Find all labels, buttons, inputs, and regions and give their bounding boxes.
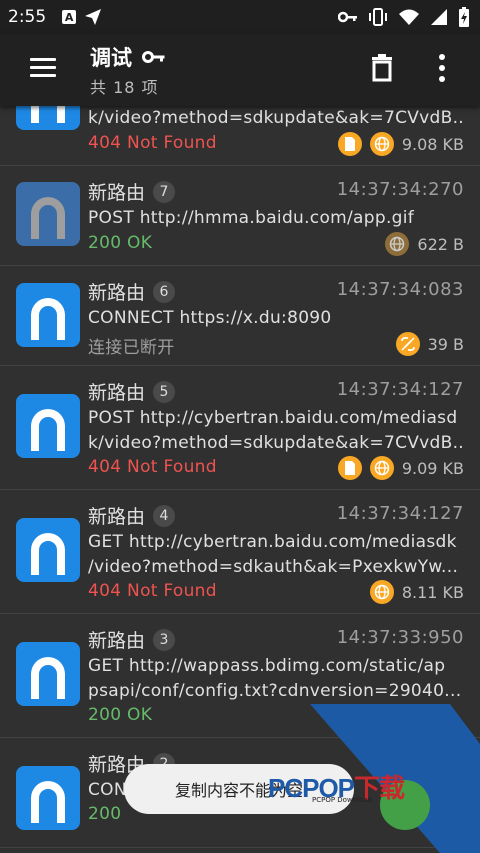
response-size: 9.08 KB [401, 134, 464, 154]
globe-icon [369, 456, 394, 480]
signal-icon [431, 9, 447, 25]
globe-icon [369, 580, 394, 604]
key-icon [338, 11, 357, 23]
request-url: k/video?method=sdkupdate&ak=7CVvdB... [88, 108, 464, 128]
app-notification-icon: A [62, 10, 77, 24]
delete-icon[interactable] [370, 54, 394, 82]
globe-icon [385, 232, 410, 256]
wifi-icon [399, 9, 419, 25]
app-icon [16, 518, 80, 582]
status-text: 连接已断开 [88, 338, 175, 358]
status-text: 404 Not Found [88, 457, 217, 477]
status-text: 200 [88, 804, 122, 824]
response-size: 39 B [427, 334, 464, 354]
app-bar: 调试 共 18 项 [0, 34, 480, 106]
status-time: 2:55 [8, 7, 47, 27]
list-item[interactable]: 新路由 7 14:37:34:270 POST http://hmma.baid… [0, 166, 480, 266]
more-options-icon[interactable] [438, 54, 446, 82]
request-url-cont: k/video?method=sdkupdate&ak=7CVvdB... [88, 433, 464, 453]
response-size: 8.11 KB [401, 582, 464, 602]
index-badge: 4 [153, 504, 176, 527]
globe-icon [369, 132, 394, 156]
response-size: 622 B [417, 234, 464, 254]
link-off-icon [395, 332, 420, 356]
status-text: 404 Not Found [88, 581, 217, 601]
send-icon [85, 9, 102, 25]
document-icon [337, 456, 362, 480]
request-url: POST http://cybertran.baidu.com/mediasd [88, 408, 458, 428]
list-item[interactable]: k/video?method=sdkupdate&ak=7CVvdB... 40… [0, 66, 480, 166]
route-name: 新路由 [88, 382, 146, 404]
index-badge: 7 [153, 180, 176, 203]
index-badge: 3 [153, 628, 176, 651]
app-icon [16, 283, 80, 347]
battery-icon [459, 7, 469, 27]
response-size: 9.09 KB [401, 458, 464, 478]
timestamp: 14:37:33:950 [336, 627, 464, 648]
timestamp: 14:37:34:270 [336, 179, 464, 200]
page-title: 调试 [90, 42, 166, 72]
request-url: POST http://hmma.baidu.com/app.gif [88, 208, 415, 228]
status-bar: 2:55 A [0, 0, 480, 34]
timestamp: 14:37:34:127 [336, 379, 464, 400]
index-badge: 6 [153, 280, 176, 303]
status-text: 404 Not Found [88, 133, 217, 153]
timestamp: 14:37:34:127 [336, 503, 464, 524]
key-icon [142, 51, 165, 63]
status-text: 200 OK [88, 705, 153, 725]
title-text: 调试 [90, 46, 132, 70]
app-icon [16, 394, 80, 458]
list-item[interactable]: 新路由 4 14:37:34:127 GET http://cybertran.… [0, 490, 480, 614]
route-name: 新路由 [88, 506, 146, 528]
item-count: 共 18 项 [90, 78, 159, 97]
route-name: 新路由 [88, 182, 146, 204]
timestamp: 14:37:34:083 [336, 279, 464, 300]
request-url-cont: /video?method=sdkauth&ak=PxexkwYw... [88, 557, 459, 577]
route-name: 新路由 [88, 282, 146, 304]
app-icon [16, 642, 80, 706]
vibrate-icon [369, 8, 387, 26]
app-icon [16, 182, 80, 246]
request-url: GET http://wappass.bdimg.com/static/ap [88, 656, 446, 676]
request-url: GET http://cybertran.baidu.com/mediasdk [88, 532, 457, 552]
watermark-subtext: PCPOP Download [312, 796, 373, 804]
request-url: CONNECT https://x.du:8090 [88, 308, 332, 328]
index-badge: 5 [153, 380, 176, 403]
document-icon [337, 132, 362, 156]
app-icon [16, 766, 80, 830]
route-name: 新路由 [88, 630, 146, 652]
status-text: 200 OK [88, 233, 153, 253]
list-item[interactable]: 新路由 6 14:37:34:083 CONNECT https://x.du:… [0, 266, 480, 366]
menu-icon[interactable] [30, 58, 56, 78]
request-url-cont: psapi/conf/config.txt?cdnversion=29040..… [88, 681, 462, 701]
list-item[interactable]: 新路由 5 14:37:34:127 POST http://cybertran… [0, 366, 480, 490]
